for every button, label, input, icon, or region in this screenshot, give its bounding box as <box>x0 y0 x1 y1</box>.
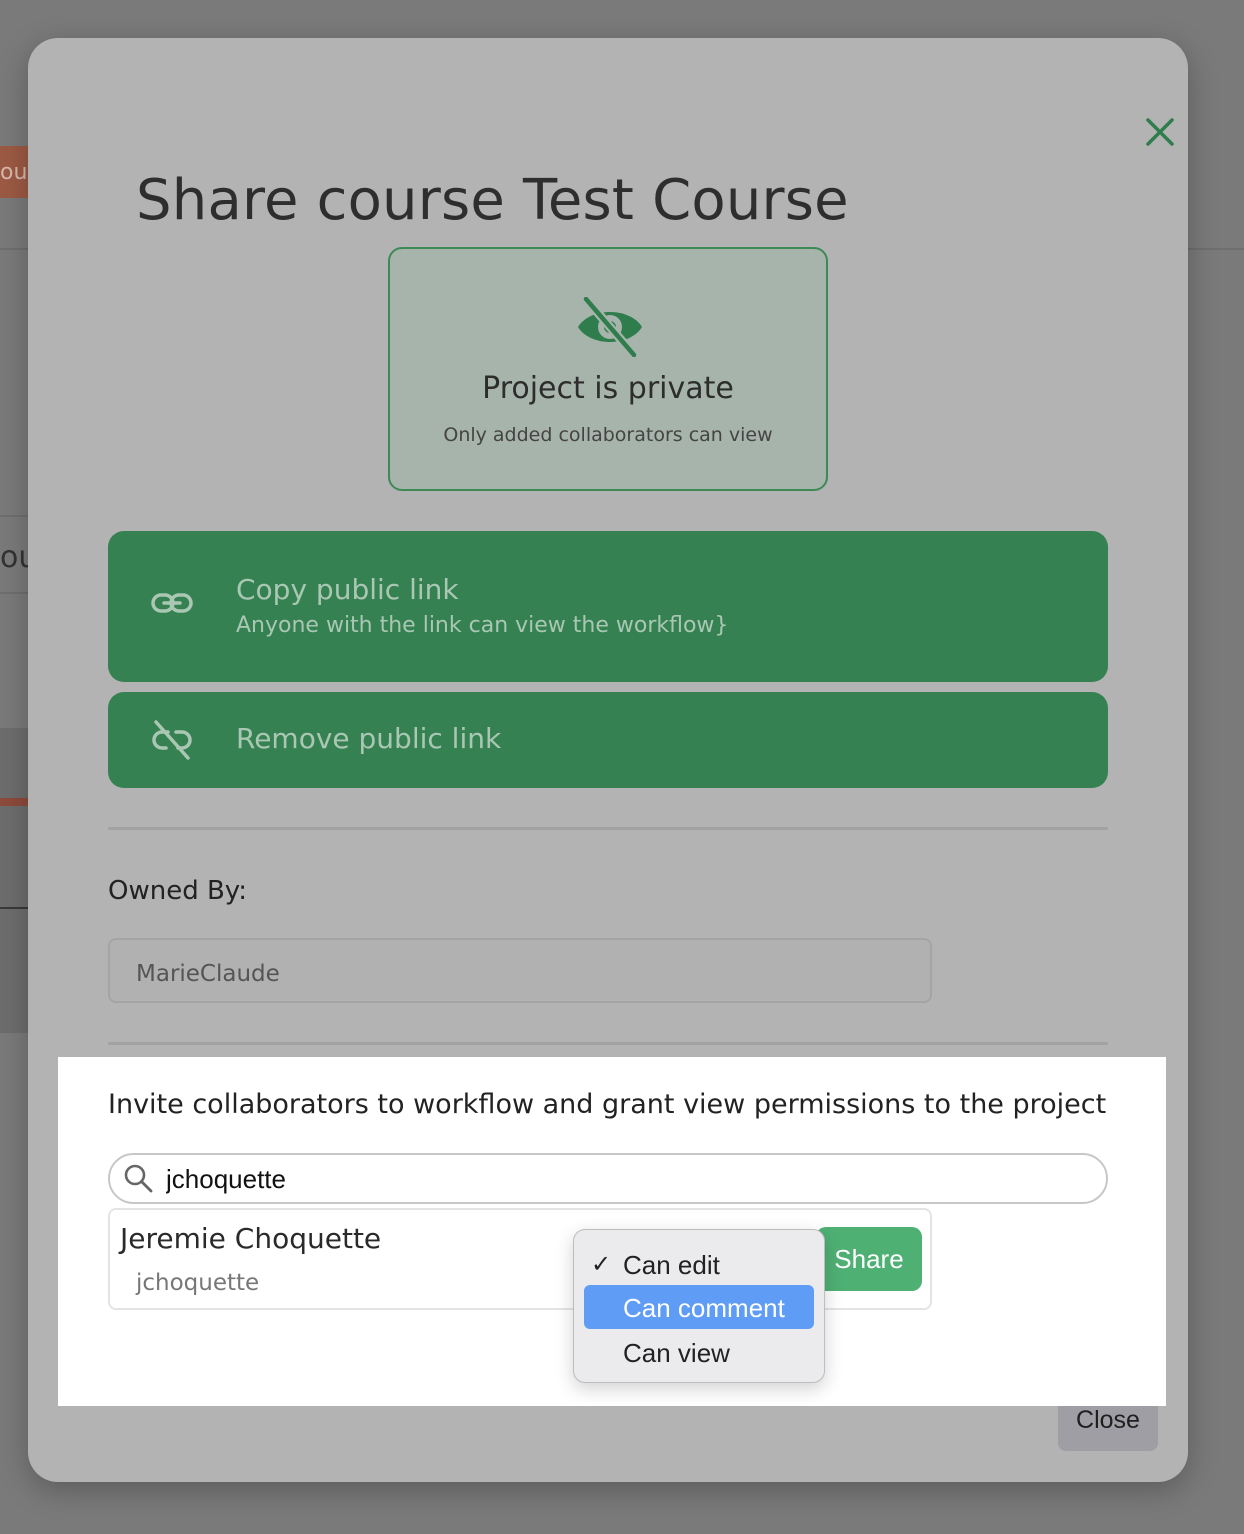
option-label: Can edit <box>623 1250 720 1280</box>
permission-option-can-comment[interactable]: Can comment <box>584 1285 814 1329</box>
permission-option-can-view[interactable]: Can view <box>584 1330 814 1374</box>
privacy-status-card: Project is private Only added collaborat… <box>388 247 828 491</box>
remove-link-label: Remove public link <box>236 722 502 755</box>
search-input[interactable] <box>166 1162 1066 1196</box>
privacy-subtitle: Only added collaborators can view <box>443 424 773 446</box>
privacy-title: Project is private <box>482 371 734 406</box>
copy-link-label: Copy public link <box>236 573 459 606</box>
result-username: jchoquette <box>136 1270 260 1296</box>
section-divider <box>108 827 1108 830</box>
owned-by-label: Owned By: <box>108 876 248 906</box>
owner-value: MarieClaude <box>136 961 280 987</box>
collaborator-search-box[interactable] <box>108 1153 1108 1204</box>
invite-heading: Invite collaborators to workflow and gra… <box>108 1089 1107 1120</box>
modal-title: Share course Test Course <box>136 168 849 233</box>
section-divider <box>108 1042 1108 1045</box>
permission-option-can-edit[interactable]: ✓ Can edit <box>584 1242 814 1286</box>
link-slash-icon <box>150 718 194 762</box>
checkmark-icon: ✓ <box>591 1251 612 1278</box>
eye-slash-icon <box>576 294 644 360</box>
copy-public-link-button[interactable]: Copy public link Anyone with the link ca… <box>108 531 1108 682</box>
permission-dropdown-menu: ✓ Can edit Can comment Can view <box>573 1229 825 1383</box>
option-label: Can view <box>623 1338 730 1368</box>
share-button[interactable]: Share <box>816 1227 922 1291</box>
remove-public-link-button[interactable]: Remove public link <box>108 692 1108 788</box>
link-icon <box>150 581 194 625</box>
option-label: Can comment <box>623 1293 785 1323</box>
close-icon[interactable] <box>1140 112 1180 152</box>
owner-field: MarieClaude <box>108 938 932 1003</box>
copy-link-sublabel: Anyone with the link can view the workfl… <box>236 613 729 638</box>
result-user-name: Jeremie Choquette <box>120 1222 382 1255</box>
search-icon <box>122 1162 154 1194</box>
